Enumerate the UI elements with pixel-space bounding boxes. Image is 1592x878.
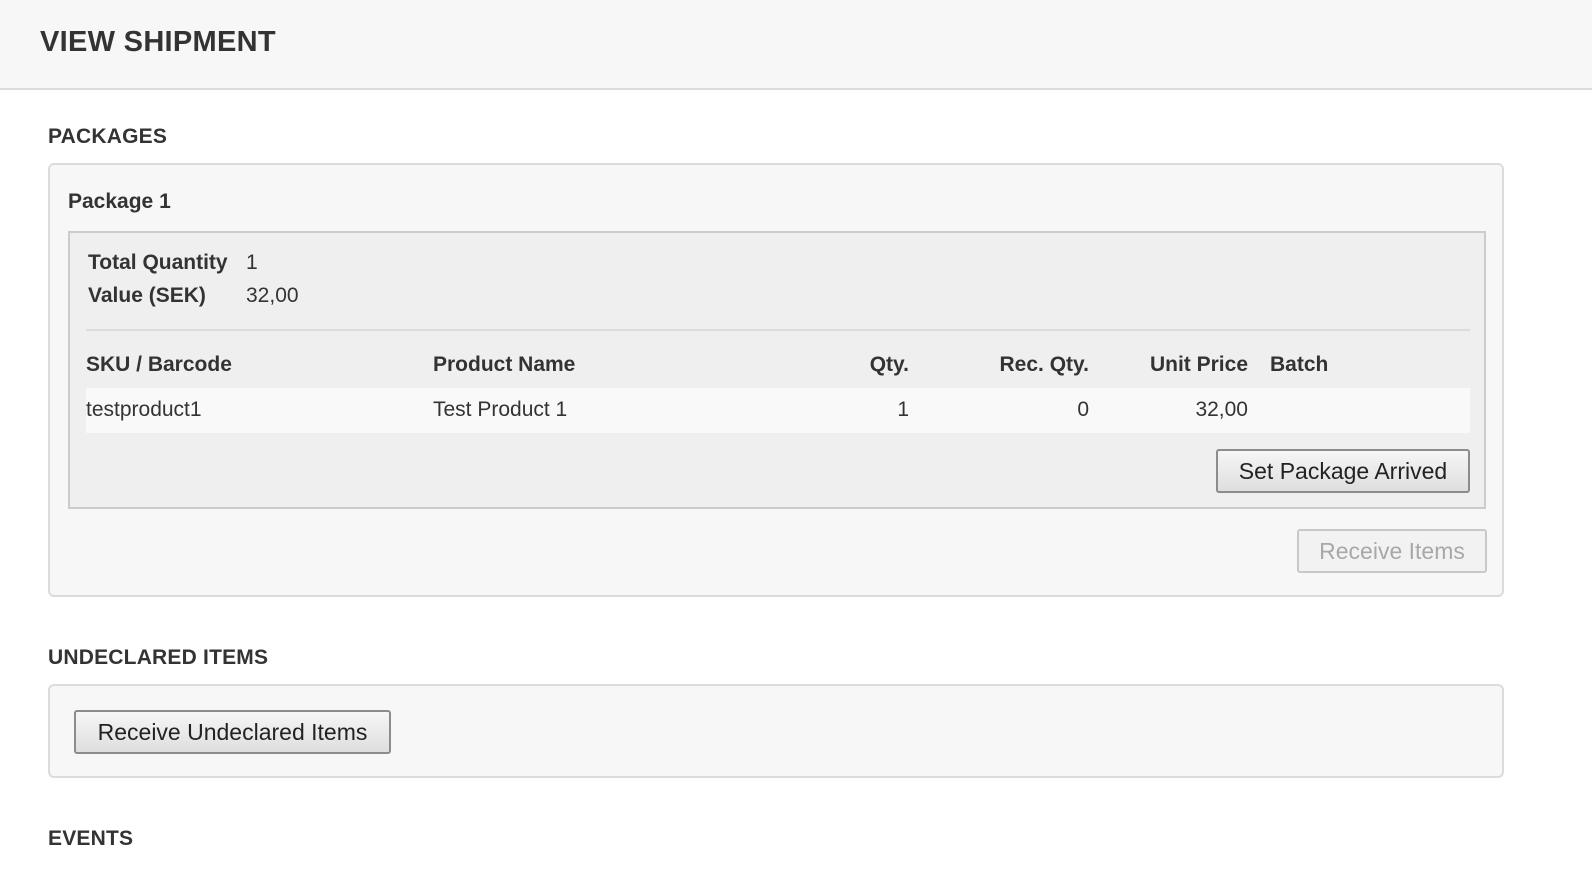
row-sku: testproduct1 xyxy=(86,398,202,421)
packages-section-title: PACKAGES xyxy=(48,125,168,148)
summary-divider xyxy=(86,329,1470,331)
page-title: VIEW SHIPMENT xyxy=(40,26,276,58)
header-rec-qty: Rec. Qty. xyxy=(999,353,1089,376)
header-qty: Qty. xyxy=(869,353,909,376)
value-label: Value (SEK) xyxy=(88,284,206,307)
set-package-arrived-button[interactable]: Set Package Arrived xyxy=(1216,449,1470,493)
undeclared-items-section-title: UNDECLARED ITEMS xyxy=(48,646,269,669)
header-batch: Batch xyxy=(1270,353,1329,376)
row-product-name: Test Product 1 xyxy=(433,398,568,421)
row-rec-qty: 0 xyxy=(1077,398,1089,421)
package-name: Package 1 xyxy=(68,190,171,213)
receive-items-button[interactable]: Receive Items xyxy=(1297,529,1487,573)
row-unit-price: 32,00 xyxy=(1195,398,1248,421)
package-details: Total Quantity 1 Value (SEK) 32,00 SKU / B… xyxy=(68,231,1486,509)
value-amount: 32,00 xyxy=(246,284,299,307)
value-row: Value (SEK) 32,00 xyxy=(88,284,299,308)
row-qty: 1 xyxy=(897,398,909,421)
table-row xyxy=(86,388,1470,433)
packages-panel: Package 1 Total Quantity 1 Value (SEK) 32,… xyxy=(48,163,1504,597)
page-header: VIEW SHIPMENT xyxy=(0,0,1592,90)
undeclared-items-panel: Receive Undeclared Items xyxy=(48,684,1504,778)
events-section-title: EVENTS xyxy=(48,827,134,850)
header-sku: SKU / Barcode xyxy=(86,353,232,376)
header-unit-price: Unit Price xyxy=(1149,353,1248,376)
total-quantity-row: Total Quantity 1 xyxy=(88,251,258,275)
total-quantity-value: 1 xyxy=(246,251,258,274)
header-product-name: Product Name xyxy=(433,353,576,376)
receive-undeclared-items-button[interactable]: Receive Undeclared Items xyxy=(74,710,391,754)
total-quantity-label: Total Quantity xyxy=(88,251,228,274)
